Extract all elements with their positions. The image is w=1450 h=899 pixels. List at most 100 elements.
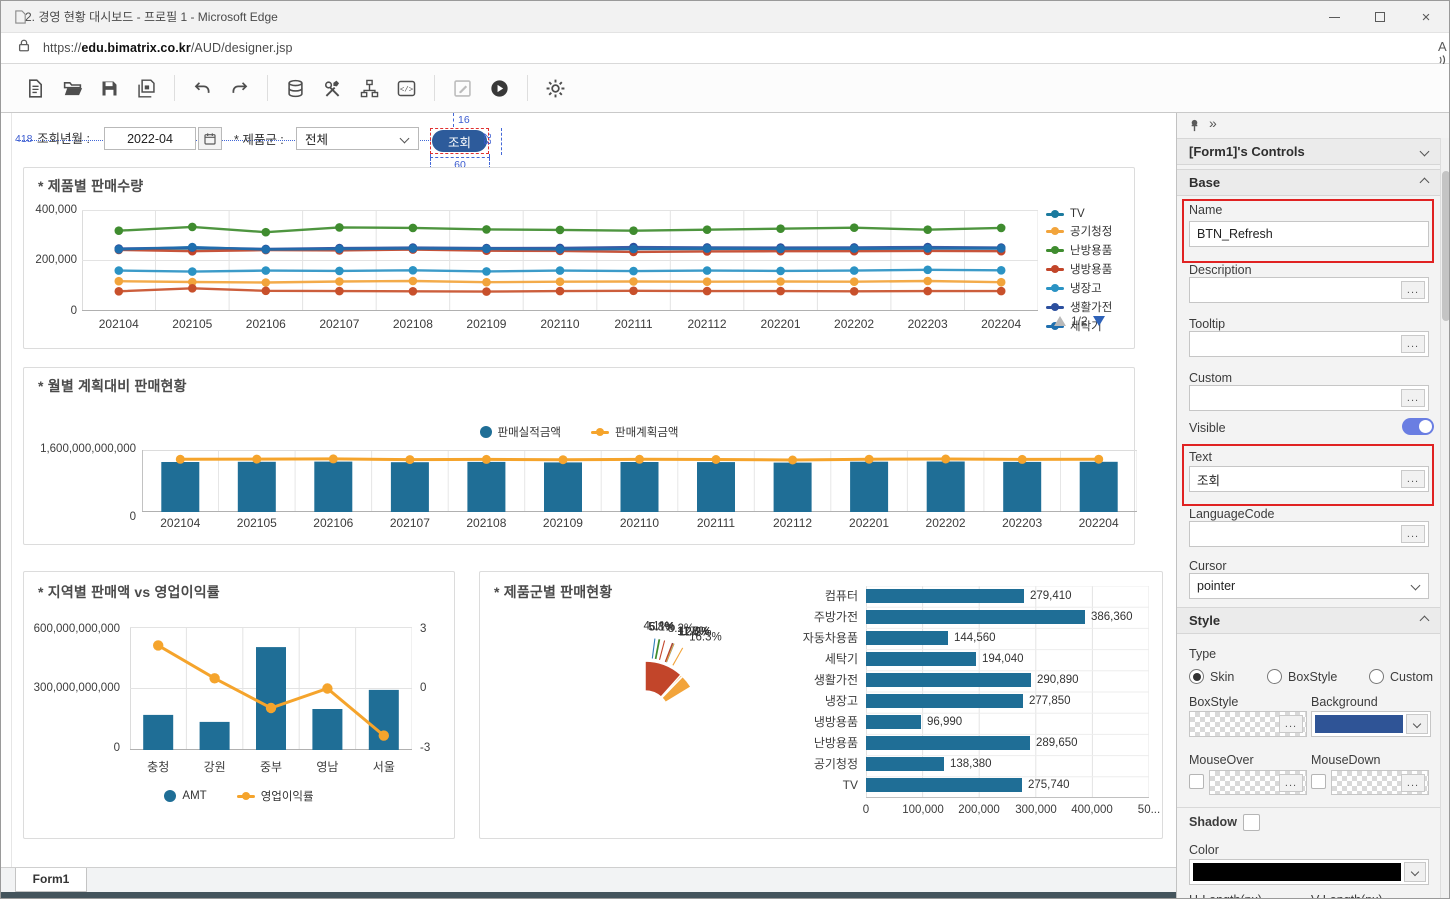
new-document-icon[interactable]	[22, 75, 49, 102]
ellipsis-button[interactable]: ...	[1401, 281, 1425, 299]
legend-item[interactable]: 냉방용품	[1046, 261, 1112, 277]
name-input[interactable]: BTN_Refresh	[1189, 221, 1429, 247]
hbar-bar[interactable]	[866, 778, 1022, 792]
x-axis-tick: 202203	[891, 317, 965, 331]
legend-item[interactable]: 공기청정	[1046, 223, 1112, 239]
legend-page-up-icon[interactable]	[1054, 316, 1066, 326]
background-swatch[interactable]	[1311, 711, 1431, 737]
dataset-icon[interactable]	[282, 75, 309, 102]
title-bar: 2. 경영 현황 대시보드 - 프로필 1 - Microsoft Edge ×	[1, 1, 1449, 33]
mousedown-checkbox[interactable]	[1311, 774, 1326, 789]
hierarchy-icon[interactable]	[356, 75, 383, 102]
legend-item[interactable]: 냉장고	[1046, 280, 1112, 296]
hbar-bar[interactable]	[866, 715, 921, 729]
redo-icon[interactable]	[226, 75, 253, 102]
legend-item[interactable]: 난방용품	[1046, 242, 1112, 258]
scrollbar-thumb[interactable]	[1442, 171, 1450, 321]
url-domain: edu.bimatrix.co.kr	[81, 41, 190, 55]
x-axis-tick: 202202	[907, 516, 984, 530]
open-file-icon[interactable]	[59, 75, 86, 102]
hbar-bar[interactable]	[866, 757, 944, 771]
tab-form1[interactable]: Form1	[15, 868, 87, 892]
calendar-button[interactable]	[198, 127, 222, 150]
swatch-dropdown-button[interactable]	[1406, 714, 1428, 734]
languagecode-input[interactable]: ...	[1189, 521, 1429, 547]
date-value: 2022-04	[127, 132, 173, 146]
radio-custom[interactable]: Custom	[1369, 669, 1433, 684]
ellipsis-button[interactable]: ...	[1279, 715, 1303, 733]
measure-tick	[501, 128, 502, 155]
hbar-bar[interactable]	[866, 652, 976, 666]
legend-item[interactable]: 생활가전	[1046, 299, 1112, 315]
maximize-icon	[1375, 12, 1385, 22]
radio-skin[interactable]: Skin	[1189, 669, 1234, 684]
ellipsis-button[interactable]: ...	[1401, 525, 1425, 543]
hbar-value-label: 96,990	[927, 715, 962, 729]
hbar-bar[interactable]	[866, 589, 1024, 603]
controls-header[interactable]: [Form1]'s Controls	[1177, 138, 1440, 165]
text-input[interactable]: 조회...	[1189, 466, 1429, 492]
legend-item[interactable]: TV	[1046, 208, 1112, 220]
ellipsis-button[interactable]: ...	[1401, 470, 1425, 488]
minimize-button[interactable]	[1311, 1, 1357, 33]
ellipsis-button[interactable]: ...	[1279, 774, 1303, 792]
tooltip-input[interactable]: ...	[1189, 331, 1429, 357]
settings-icon[interactable]	[542, 75, 569, 102]
hbar-bar[interactable]	[866, 673, 1031, 687]
section-base-header[interactable]: Base	[1177, 169, 1440, 196]
measure-label-top: 16	[458, 114, 470, 126]
ellipsis-button[interactable]: ...	[1401, 774, 1425, 792]
legend-item[interactable]: 영업이익률	[237, 788, 314, 804]
swatch-dropdown-button[interactable]	[1404, 862, 1426, 882]
chevron-down-icon	[1413, 720, 1421, 728]
hbar-bar[interactable]	[866, 694, 1023, 708]
hbar-bar[interactable]	[866, 610, 1085, 624]
cursor-label: Cursor	[1189, 559, 1227, 573]
script-icon[interactable]: </>	[393, 75, 420, 102]
x-axis-tick: 202204	[1060, 516, 1137, 530]
design-canvas[interactable]: 418 조회년월 : 2022-04 * 제품군 : 전체 16 조회 23 6…	[1, 113, 1176, 867]
x-axis-tick: 서울	[356, 758, 412, 775]
y2-axis-tick: 3	[420, 623, 446, 635]
custom-input[interactable]: ...	[1189, 385, 1429, 411]
undo-icon[interactable]	[189, 75, 216, 102]
radio-boxstyle[interactable]: BoxStyle	[1267, 669, 1337, 684]
description-input[interactable]: ...	[1189, 277, 1429, 303]
legend-item[interactable]: 판매계획금액	[591, 424, 678, 440]
legend-marker	[591, 431, 609, 434]
shadow-checkbox[interactable]	[1243, 814, 1260, 831]
product-select[interactable]: 전체	[296, 127, 419, 150]
boxstyle-swatch[interactable]: ...	[1189, 711, 1307, 737]
tools-icon[interactable]	[319, 75, 346, 102]
hbar-bar[interactable]	[866, 736, 1030, 750]
legend-item[interactable]: 판매실적금액	[480, 424, 561, 440]
section-style-header[interactable]: Style	[1177, 607, 1440, 634]
save-icon[interactable]	[96, 75, 123, 102]
save-all-icon[interactable]	[133, 75, 160, 102]
page-doc-icon	[13, 9, 28, 30]
visible-toggle[interactable]	[1402, 418, 1434, 435]
legend-page-down-icon[interactable]	[1093, 316, 1105, 326]
ellipsis-button[interactable]: ...	[1401, 335, 1425, 353]
close-button[interactable]: ×	[1403, 1, 1449, 33]
mouseover-checkbox[interactable]	[1189, 774, 1204, 789]
collapse-panel-icon[interactable]: »	[1209, 115, 1217, 131]
edit-icon[interactable]	[449, 75, 476, 102]
x-axis-tick: 영남	[299, 758, 355, 775]
legend-item[interactable]: AMT	[164, 790, 206, 802]
maximize-button[interactable]	[1357, 1, 1403, 33]
window-controls: ×	[1311, 1, 1449, 33]
run-icon[interactable]	[486, 75, 513, 102]
cursor-select[interactable]: pointer	[1189, 573, 1429, 599]
mouseover-swatch[interactable]: ...	[1209, 770, 1307, 795]
pin-icon[interactable]	[1187, 118, 1202, 138]
color-swatch[interactable]	[1189, 859, 1429, 885]
chart-legend: AMT 영업이익률	[24, 788, 454, 807]
date-input[interactable]: 2022-04	[104, 127, 196, 150]
browser-window: 2. 경영 현황 대시보드 - 프로필 1 - Microsoft Edge ×…	[0, 0, 1450, 899]
ellipsis-button[interactable]: ...	[1401, 389, 1425, 407]
search-button[interactable]: 조회	[432, 130, 487, 152]
hbar-bar[interactable]	[866, 631, 948, 645]
mousedown-swatch[interactable]: ...	[1331, 770, 1429, 795]
address-bar[interactable]: https://edu.bimatrix.co.kr/AUD/designer.…	[1, 33, 1449, 64]
